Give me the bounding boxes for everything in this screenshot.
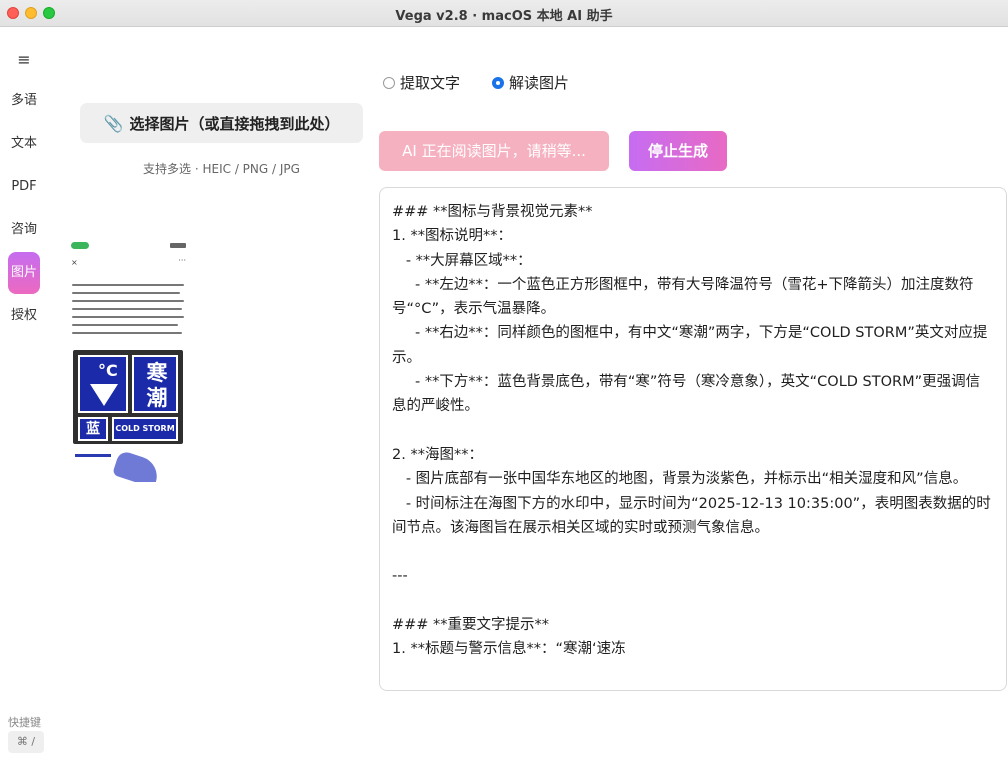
warning-unit: °C bbox=[98, 361, 118, 380]
stop-generation-button[interactable]: 停止生成 bbox=[629, 131, 727, 171]
warning-cn: 寒潮 bbox=[146, 361, 168, 410]
warning-level: 蓝 bbox=[78, 417, 108, 441]
cold-storm-warning-sign: °C 寒潮 蓝 COLD STORM bbox=[73, 350, 183, 444]
ai-reading-status-button[interactable]: AI 正在阅读图片，请稍等... bbox=[379, 131, 609, 171]
window-title: Vega v2.8 · macOS 本地 AI 助手 bbox=[395, 9, 613, 24]
radio-extract-text[interactable] bbox=[383, 76, 395, 89]
thumbnail-close-icon: × bbox=[71, 258, 78, 267]
sidebar: ≡ 多语 文本 PDF 咨询 图片 授权 快捷键 ⌘ / bbox=[0, 28, 48, 761]
supported-formats: 支持多选 · HEIC / PNG / JPG bbox=[143, 162, 300, 176]
thumbnail-more-icon: ··· bbox=[178, 256, 186, 265]
image-thumbnail[interactable]: × ··· °C 寒潮 蓝 COLD STORM bbox=[70, 240, 188, 482]
sidebar-item-multilingual[interactable]: 多语 bbox=[8, 80, 40, 122]
shortcut-label: 快捷键 bbox=[8, 716, 41, 729]
hamburger-icon[interactable]: ≡ bbox=[15, 52, 33, 68]
choose-image-button[interactable]: 📎 选择图片（或直接拖拽到此处） bbox=[80, 103, 363, 143]
map-snippet bbox=[112, 449, 162, 482]
sidebar-item-pdf[interactable]: PDF bbox=[8, 166, 40, 208]
paperclip-icon: 📎 bbox=[103, 113, 124, 133]
mode-label-interpret-image: 解读图片 bbox=[509, 74, 570, 92]
sidebar-item-consult[interactable]: 咨询 bbox=[8, 209, 40, 251]
mode-label-extract-text: 提取文字 bbox=[400, 74, 461, 92]
shortcut-key-badge[interactable]: ⌘ / bbox=[8, 731, 44, 753]
title-bar: Vega v2.8 · macOS 本地 AI 助手 bbox=[0, 0, 1008, 27]
mode-option-interpret-image[interactable]: 解读图片 bbox=[492, 72, 569, 93]
down-arrow-icon bbox=[90, 384, 118, 406]
mode-option-extract-text[interactable]: 提取文字 bbox=[383, 72, 460, 93]
output-text-area[interactable]: ### **图标与背景视觉元素** 1. **图标说明**： - **大屏幕区域… bbox=[379, 187, 1007, 691]
sidebar-item-image[interactable]: 图片 bbox=[8, 252, 40, 294]
sidebar-item-text[interactable]: 文本 bbox=[8, 123, 40, 165]
choose-image-label: 选择图片（或直接拖拽到此处） bbox=[129, 114, 340, 133]
warning-en: COLD STORM bbox=[112, 417, 178, 441]
thumbnail-status-bar bbox=[70, 242, 188, 250]
sidebar-item-license[interactable]: 授权 bbox=[8, 295, 40, 337]
radio-interpret-image[interactable] bbox=[492, 76, 504, 89]
